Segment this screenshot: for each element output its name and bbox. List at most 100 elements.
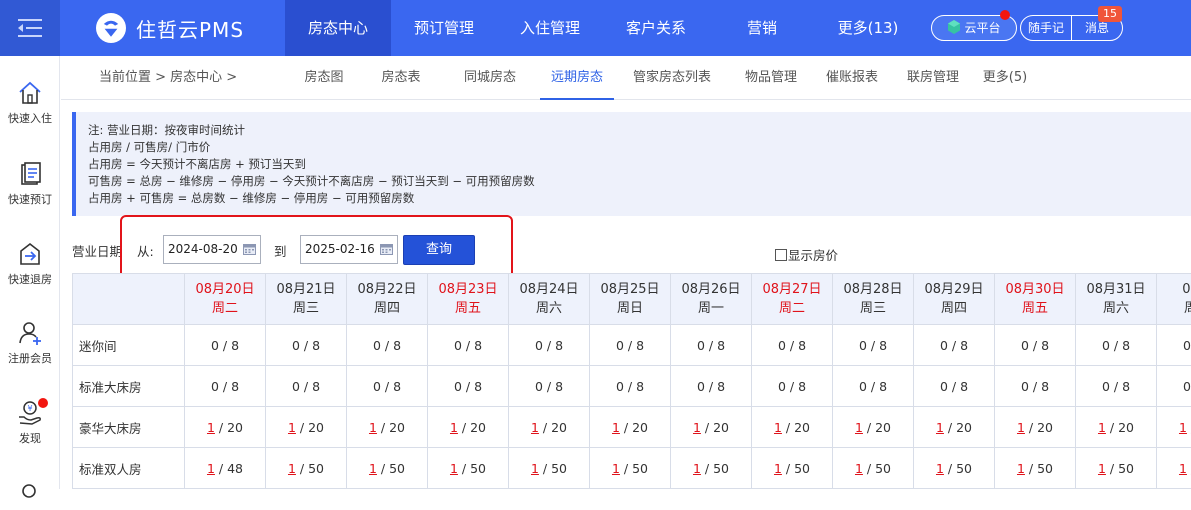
separator: / — [620, 461, 632, 476]
notice-line: 占用房 + 可售房 = 总房数 − 维修房 − 停用房 − 可用预留房数 — [88, 190, 1191, 207]
header-weekday: 周二 — [752, 299, 832, 318]
sellable-count: 8 — [960, 338, 968, 353]
occupied-count[interactable]: 1 — [774, 420, 782, 435]
occupied-count[interactable]: 1 — [693, 420, 701, 435]
sidebar-item-register-member[interactable]: 注册会员 — [0, 320, 60, 366]
sidebar-item-quick-booking[interactable]: 快速预订 — [0, 161, 60, 207]
subtab[interactable]: 物品管理 — [730, 56, 812, 100]
occupied-count: 0 — [211, 338, 219, 353]
availability-cell: 0 / 8 — [185, 325, 266, 366]
occupied-count[interactable]: 1 — [1017, 420, 1025, 435]
subtab[interactable]: 联房管理 — [892, 56, 974, 100]
sellable-count: 20 — [713, 420, 729, 435]
show-price-checkbox[interactable] — [775, 249, 787, 261]
separator: / — [948, 338, 960, 353]
availability-cell: 1 / 50 — [1076, 448, 1157, 489]
occupied-count[interactable]: 1 — [936, 420, 944, 435]
header-date: 09月 — [1157, 280, 1191, 299]
separator: / — [782, 420, 794, 435]
subtab[interactable]: 同城房态 — [440, 56, 540, 100]
occupied-count: 0 — [778, 379, 786, 394]
occupied-count[interactable]: 1 — [612, 461, 620, 476]
occupied-count: 0 — [292, 379, 300, 394]
subtab[interactable]: 催账报表 — [812, 56, 892, 100]
occupied-count: 0 — [454, 338, 462, 353]
occupied-count[interactable]: 1 — [207, 461, 215, 476]
subtab[interactable]: 房态图 — [286, 56, 362, 100]
nav-item[interactable]: 预订管理 — [391, 0, 497, 56]
nav-item[interactable]: 客户关系 — [603, 0, 709, 56]
separator: / — [1110, 338, 1122, 353]
sellable-count: 50 — [551, 461, 567, 476]
occupied-count: 0 — [1102, 379, 1110, 394]
sidebar-item-discover[interactable]: ¥ 发现 — [0, 400, 60, 446]
table-row: 标准大床房0 / 80 / 80 / 80 / 80 / 80 / 80 / 8… — [73, 366, 1191, 407]
sellable-count: 20 — [632, 420, 648, 435]
occupied-count[interactable]: 1 — [450, 461, 458, 476]
occupied-count[interactable]: 1 — [1179, 420, 1187, 435]
occupied-count[interactable]: 1 — [369, 461, 377, 476]
occupied-count: 0 — [616, 379, 624, 394]
sellable-count: 8 — [474, 379, 482, 394]
occupied-count[interactable]: 1 — [693, 461, 701, 476]
occupied-count[interactable]: 1 — [531, 461, 539, 476]
main-nav: 房态中心预订管理入住管理客户关系营销更多(13) — [285, 0, 921, 56]
sellable-count: 20 — [1118, 420, 1134, 435]
occupied-count[interactable]: 1 — [369, 420, 377, 435]
header-date: 08月30日 — [995, 280, 1075, 299]
occupied-count[interactable]: 1 — [207, 420, 215, 435]
logo-icon — [96, 13, 126, 43]
sidebar-item-more[interactable] — [0, 480, 60, 510]
occupied-count: 0 — [373, 338, 381, 353]
separator: / — [624, 379, 636, 394]
menu-toggle-button[interactable] — [0, 0, 60, 56]
nav-item[interactable]: 营销 — [709, 0, 815, 56]
subtab[interactable]: 管家房态列表 — [614, 56, 730, 100]
availability-cell: 0 / 8 — [347, 366, 428, 407]
availability-cell: 0 / 8 — [833, 325, 914, 366]
sellable-count: 8 — [1122, 338, 1130, 353]
date-column-header: 08月21日周三 — [266, 274, 347, 325]
subtab[interactable]: 更多(5) — [974, 56, 1036, 100]
subtab[interactable]: 远期房态 — [540, 56, 614, 100]
sidebar-item-quick-checkout[interactable]: 快速退房 — [0, 241, 60, 287]
occupied-count[interactable]: 1 — [1098, 461, 1106, 476]
separator: / — [944, 420, 956, 435]
sellable-count: 50 — [1037, 461, 1053, 476]
occupied-count[interactable]: 1 — [288, 461, 296, 476]
occupied-count[interactable]: 1 — [774, 461, 782, 476]
show-price-toggle[interactable]: 显示房价 — [775, 245, 838, 264]
sellable-count: 8 — [555, 379, 563, 394]
sidebar-item-quick-checkin[interactable]: 快速入住 — [0, 80, 60, 126]
separator: / — [782, 461, 794, 476]
nav-item[interactable]: 房态中心 — [285, 0, 391, 56]
availability-cell: 0 / 8 — [752, 325, 833, 366]
separator: / — [377, 461, 389, 476]
occupied-count[interactable]: 1 — [531, 420, 539, 435]
separator: / — [296, 461, 308, 476]
occupied-count[interactable]: 1 — [936, 461, 944, 476]
occupied-count[interactable]: 1 — [1098, 420, 1106, 435]
notes-button[interactable]: 随手记 — [1021, 16, 1071, 40]
sellable-count: 8 — [1122, 379, 1130, 394]
occupied-count[interactable]: 1 — [288, 420, 296, 435]
subtab[interactable]: 房态表 — [362, 56, 440, 100]
occupied-count[interactable]: 1 — [1179, 461, 1187, 476]
nav-item[interactable]: 更多(13) — [815, 0, 921, 56]
nav-item[interactable]: 入住管理 — [497, 0, 603, 56]
occupied-count[interactable]: 1 — [855, 461, 863, 476]
availability-cell: 1 / 20 — [671, 407, 752, 448]
availability-cell: 1 / 50 — [347, 448, 428, 489]
separator: / — [1187, 461, 1191, 476]
occupied-count[interactable]: 1 — [612, 420, 620, 435]
occupied-count[interactable]: 1 — [855, 420, 863, 435]
separator: / — [539, 461, 551, 476]
discover-notification-dot — [38, 398, 48, 408]
occupied-count[interactable]: 1 — [1017, 461, 1025, 476]
occupied-count: 0 — [1021, 379, 1029, 394]
app-logo[interactable]: 住哲云PMS — [96, 13, 244, 43]
availability-cell: 1 / 20 — [185, 407, 266, 448]
availability-cell: 1 / 20 — [509, 407, 590, 448]
occupied-count[interactable]: 1 — [450, 420, 458, 435]
header-weekday: 周四 — [347, 299, 427, 318]
